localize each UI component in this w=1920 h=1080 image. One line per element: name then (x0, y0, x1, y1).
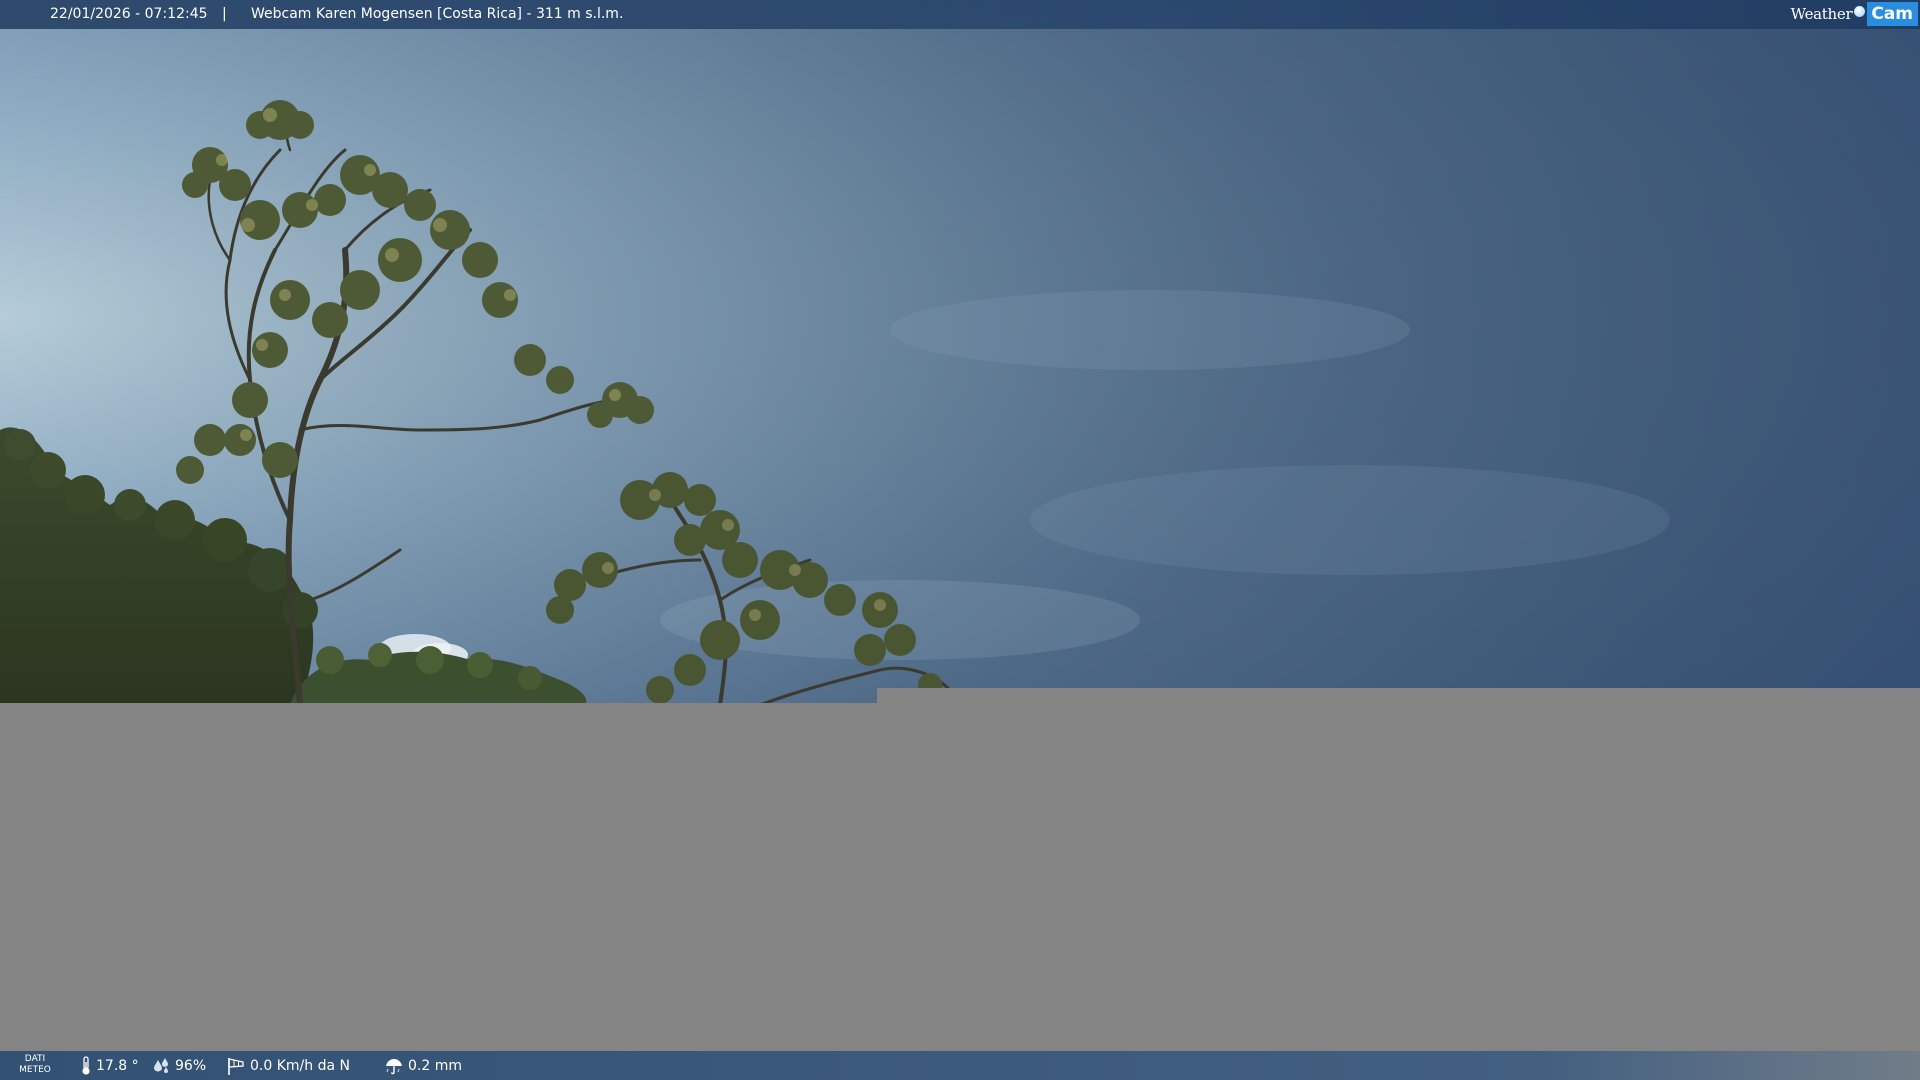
webcam-viewer: 22/01/2026 - 07:12:45 | Webcam Karen Mog… (0, 0, 1920, 1080)
humidity-value: 96% (175, 1057, 207, 1074)
webcam-title: Webcam Karen Mogensen [Costa Rica] - 311… (251, 6, 624, 22)
rain-value: 0.2 mm (408, 1057, 462, 1074)
temperature-reading: 17.8 ° (80, 1051, 139, 1080)
humidity-reading: 96% (153, 1051, 206, 1080)
thermometer-icon (82, 1055, 90, 1075)
weather-data-label-line2: METEO (19, 1065, 51, 1075)
rain-umbrella-icon (386, 1058, 402, 1074)
logo-cam-text: Cam (1867, 2, 1918, 26)
weathercam-logo[interactable]: Weather Cam (1791, 1, 1918, 27)
weather-data-bar: DATI METEO 17.8 ° 96% 0.0 Km/h da N 0.2 … (0, 1051, 1920, 1080)
top-info-bar: 22/01/2026 - 07:12:45 | Webcam Karen Mog… (0, 0, 1920, 29)
webcam-image (0, 0, 1920, 1080)
rain-reading: 0.2 mm (384, 1051, 462, 1080)
windsock-icon (228, 1057, 244, 1075)
temperature-value: 17.8 ° (96, 1057, 139, 1074)
weather-data-label: DATI METEO (18, 1054, 52, 1076)
wind-reading: 0.0 Km/h da N (226, 1051, 350, 1080)
timestamp: 22/01/2026 - 07:12:45 (50, 6, 208, 22)
wind-value: 0.0 Km/h da N (250, 1057, 350, 1074)
separator: | (222, 6, 227, 22)
humidity-drops-icon (154, 1057, 168, 1073)
logo-weather-text: Weather (1790, 4, 1853, 23)
logo-dot-icon (1854, 5, 1866, 17)
image-blank-area (0, 703, 1920, 1080)
weather-data-label-line1: DATI (24, 1054, 46, 1064)
